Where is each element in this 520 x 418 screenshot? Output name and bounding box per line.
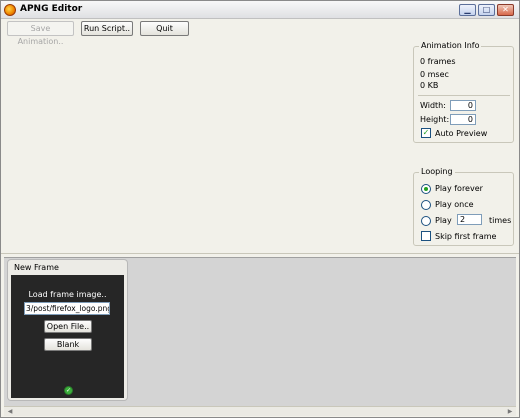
check-mark-icon: ✓ (422, 128, 430, 137)
height-field[interactable]: 0 (450, 114, 476, 125)
play-forever-radio[interactable] (421, 184, 431, 194)
looping-legend: Looping (419, 167, 455, 176)
play-times-radio[interactable] (421, 216, 431, 226)
animation-info-legend: Animation Info (419, 41, 482, 50)
frame-preview-canvas: Load frame image.. 3/post/firefox_logo.p… (11, 275, 124, 398)
load-frame-label: Load frame image.. (28, 290, 107, 299)
scroll-left-icon[interactable]: ◀ (5, 408, 15, 416)
run-script-button[interactable]: Run Script.. (81, 21, 133, 36)
auto-preview-checkbox[interactable]: ✓ (421, 128, 431, 138)
play-times-prefix: Play (435, 216, 452, 225)
looping-group: Looping Play forever Play once Play 2 ti… (413, 167, 514, 246)
apng-editor-window: APNG Editor ▁ □ ✕ Save Animation.. Run S… (0, 0, 520, 418)
content-divider (1, 253, 519, 254)
info-separator (418, 95, 510, 96)
maximize-button[interactable]: □ (478, 4, 495, 16)
open-file-button[interactable]: Open File.. (44, 320, 92, 333)
duration-value: 0 msec (420, 70, 449, 79)
save-animation-button[interactable]: Save Animation.. (7, 21, 74, 46)
frame-card-title: New Frame (14, 263, 59, 272)
window-title: APNG Editor (20, 4, 83, 14)
scroll-right-icon[interactable]: ▶ (505, 408, 515, 416)
width-label: Width: (420, 101, 446, 110)
frame-path-input[interactable]: 3/post/firefox_logo.png (24, 302, 110, 315)
animation-info-group: Animation Info 0 frames 0 msec 0 KB Widt… (413, 41, 514, 143)
skip-first-frame-checkbox[interactable] (421, 231, 431, 241)
blank-button[interactable]: Blank (44, 338, 92, 351)
quit-button[interactable]: Quit (140, 21, 189, 36)
play-once-radio[interactable] (421, 200, 431, 210)
close-button[interactable]: ✕ (497, 4, 514, 16)
play-times-suffix: times (489, 216, 512, 225)
check-icon: ✓ (64, 386, 73, 395)
skip-first-frame-label: Skip first frame (435, 232, 497, 241)
file-size-value: 0 KB (420, 81, 439, 90)
firefox-app-icon (4, 4, 16, 16)
frames-count: 0 frames (420, 57, 456, 66)
minimize-button[interactable]: ▁ (459, 4, 476, 16)
play-once-label: Play once (435, 200, 474, 209)
width-field[interactable]: 0 (450, 100, 476, 111)
height-label: Height: (420, 115, 450, 124)
new-frame-card[interactable]: New Frame Load frame image.. 3/post/fire… (7, 259, 128, 401)
frames-horizontal-scrollbar[interactable]: ◀ ▶ (4, 406, 516, 416)
title-bar[interactable]: APNG Editor ▁ □ ✕ (1, 1, 519, 19)
auto-preview-label: Auto Preview (435, 129, 488, 138)
loop-times-field[interactable]: 2 (457, 214, 482, 225)
play-forever-label: Play forever (435, 184, 483, 193)
